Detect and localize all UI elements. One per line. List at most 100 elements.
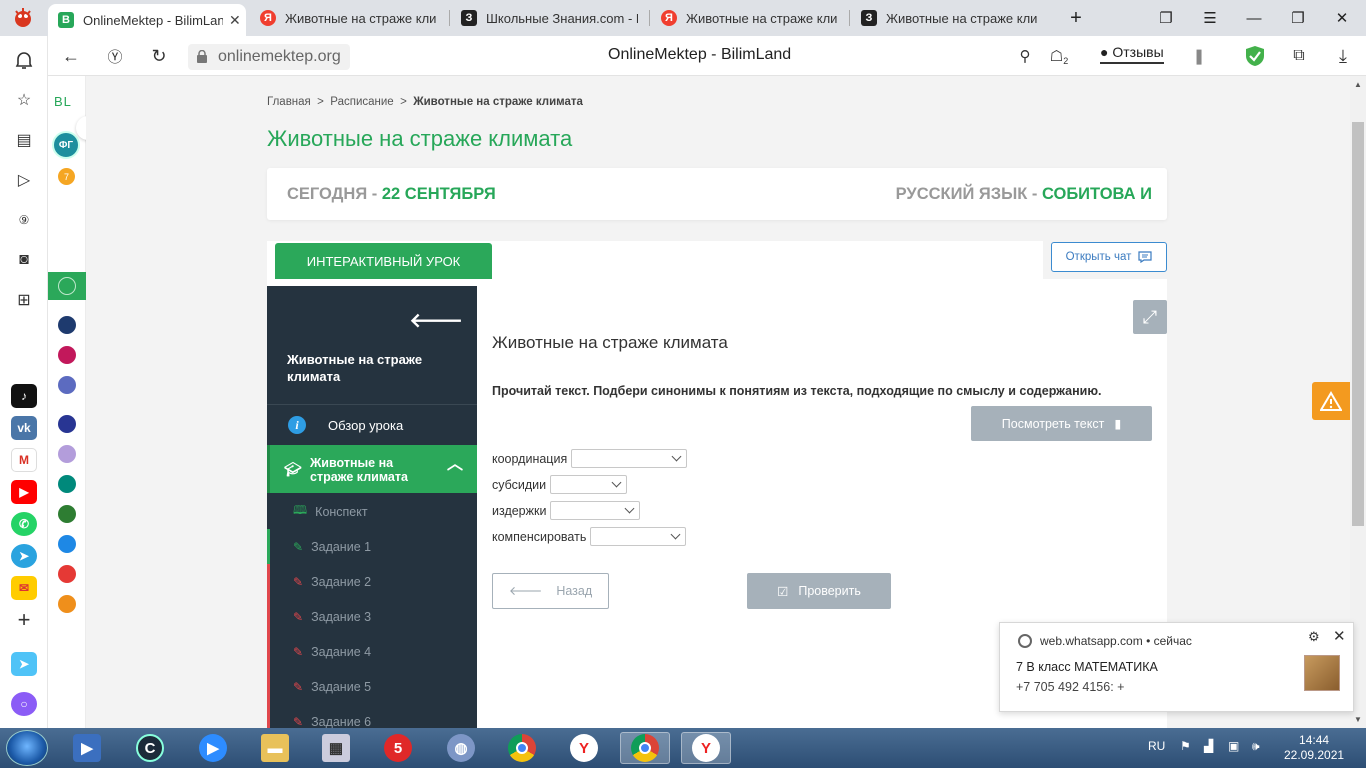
back-arrow-icon[interactable]: ← [60,45,82,67]
close-window-icon[interactable]: ✕ [1330,6,1354,30]
nav-item-task-6[interactable]: ✎ Задание 6 [267,704,477,728]
app-icon[interactable] [58,316,76,334]
nav-item-task-5[interactable]: ✎ Задание 5 [267,669,477,704]
twig-icon[interactable] [58,565,76,583]
taskbar-calculator[interactable]: ▦ [311,732,361,764]
search-icon[interactable]: ⚲ [1014,45,1036,67]
breadcrumb-home[interactable]: Главная [267,96,311,108]
app-icon[interactable] [58,595,76,613]
whatsapp-notification[interactable]: web.whatsapp.com • сейчас ⚙ ✕ 7 В класс … [999,622,1354,712]
taskbar-chrome[interactable] [497,732,547,764]
app-icon[interactable] [58,445,76,463]
nav-item-task-1[interactable]: ✎ Задание 1 [267,529,477,564]
close-tab-icon[interactable]: ✕ [229,12,241,29]
nav-overview[interactable]: i Обзор урока [267,405,477,445]
smart-icon[interactable] [58,415,76,433]
close-icon[interactable]: ✕ [1333,627,1346,645]
nav-item-konspekt[interactable]: 🕮 Конспект [267,494,477,529]
synonym-select-2[interactable] [550,475,628,494]
open-chat-button[interactable]: Открыть чат [1051,242,1167,272]
taskbar-app-globe[interactable]: ◍ [436,732,486,764]
back-button[interactable]: 🡐 Назад [492,573,609,609]
zen-icon[interactable]: ⑨ [12,208,36,232]
whatsapp-icon[interactable]: ✆ [11,512,37,536]
check-button[interactable]: ☑ Проверить [747,573,891,609]
app-icon[interactable] [58,376,76,394]
bilimland-logo[interactable]: BL [54,94,72,109]
nav-item-task-2[interactable]: ✎ Задание 2 [267,564,477,599]
new-tab-icon[interactable]: + [1064,6,1088,30]
download-icon[interactable]: ⤓ [1332,45,1354,67]
add-panel-icon[interactable]: + [12,607,36,632]
network-icon[interactable]: ▟ [1204,739,1213,753]
system-clock[interactable]: 14:44 22.09.2021 [1284,733,1344,763]
scroll-thumb[interactable] [1352,122,1364,526]
app-icon[interactable] [58,505,76,523]
play-icon[interactable]: ▷ [12,168,36,192]
start-button[interactable] [6,730,48,766]
telegram-icon[interactable]: ➤ [11,544,37,568]
taskbar-yandex[interactable]: Y [559,732,609,764]
nav-item-task-4[interactable]: ✎ Задание 4 [267,634,477,669]
tab-interactive-lesson[interactable]: ИНТЕРАКТИВНЫЙ УРОК [275,243,492,279]
nav-active-section[interactable]: 🎓︎ Животные на страже климата ︿ [267,445,477,493]
apps-grid-icon[interactable]: ⊞ [12,288,36,312]
taskbar-chrome-active[interactable] [620,732,670,764]
tray-flag-icon[interactable]: ⚑ [1180,739,1191,753]
taskbar-app-c[interactable]: C [125,732,175,764]
taskbar-zoom[interactable]: ▶ [188,732,238,764]
scroll-down-icon[interactable]: ▼ [1354,715,1362,724]
yandex-home-icon[interactable]: Ⓨ [104,45,126,67]
synonym-select-3[interactable] [550,501,641,520]
tab-yandex-1[interactable]: Я Животные на страже клим [250,4,446,32]
star-icon[interactable]: ☆ [12,88,36,112]
taskbar-yandex-active[interactable]: Y [681,732,731,764]
youtube-icon[interactable]: ▶ [11,480,37,504]
protect-icon[interactable]: ☖ 2 [1048,45,1070,67]
tab-yandex-2[interactable]: Я Животные на страже клим [651,4,847,32]
gmail-icon[interactable]: M [11,448,37,472]
app-icon[interactable] [58,475,76,493]
minimize-icon[interactable]: — [1242,6,1266,30]
back-arrow-icon[interactable]: 🡐 [409,308,463,333]
breadcrumb-schedule[interactable]: Расписание [330,96,393,108]
scroll-up-icon[interactable]: ▲ [1354,80,1362,89]
adguard-shield-icon[interactable] [1244,45,1266,67]
messenger-icon[interactable]: ➤ [11,652,37,676]
tiktok-icon[interactable]: ♪ [11,384,37,408]
avatar[interactable]: ФГ [52,131,80,159]
app-icon[interactable] [58,535,76,553]
browser-logo-icon[interactable] [10,6,36,30]
view-text-button[interactable]: Посмотреть текст ▮ [971,406,1152,441]
app-icon[interactable] [58,346,76,364]
bookmark-icon[interactable]: ❚ [1188,45,1210,67]
taskbar-media-player[interactable]: ▶ [62,732,112,764]
settings-gear-icon[interactable]: ⚙ [1308,629,1320,645]
maximize-icon[interactable]: ❐ [1286,6,1310,30]
vk-icon[interactable]: vk [11,416,37,440]
taskbar-app-5[interactable]: 5 [373,732,423,764]
collections-icon[interactable]: ▤ [12,128,36,152]
url-field[interactable]: onlinemektep.org [188,44,350,70]
tab-znanija[interactable]: З Школьные Знания.com - Р [451,4,647,32]
alice-icon[interactable]: ○ [11,692,37,716]
screenshot-icon[interactable]: ◙ [12,248,36,272]
menu-icon[interactable]: ☰ [1198,6,1222,30]
fullscreen-icon[interactable]: ⤢ [1133,300,1167,334]
taskbar-explorer[interactable]: ▬ [250,732,300,764]
tray-app-icon[interactable]: ▣ [1228,739,1239,753]
warning-icon[interactable] [1312,382,1350,420]
reviews-button[interactable]: ● Отзывы [1100,44,1164,64]
synonym-select-4[interactable] [590,527,687,546]
nav-item-task-3[interactable]: ✎ Задание 3 [267,599,477,634]
language-indicator[interactable]: RU [1148,739,1165,753]
tab-manager-icon[interactable]: ❐ [1154,6,1178,30]
volume-icon[interactable]: 🕪︎ [1252,739,1260,754]
bell-icon[interactable] [12,48,36,72]
sidebar-active-item[interactable] [48,272,86,300]
tab-znanija-2[interactable]: З Животные на страже клим [851,4,1047,32]
reload-icon[interactable]: ↻ [148,45,170,67]
mail-icon[interactable]: ✉ [11,576,37,600]
tab-onlinemektep[interactable]: B OnlineMektep - BilimLand ✕ [48,4,246,36]
extensions-icon[interactable]: ⧉ [1288,45,1310,67]
